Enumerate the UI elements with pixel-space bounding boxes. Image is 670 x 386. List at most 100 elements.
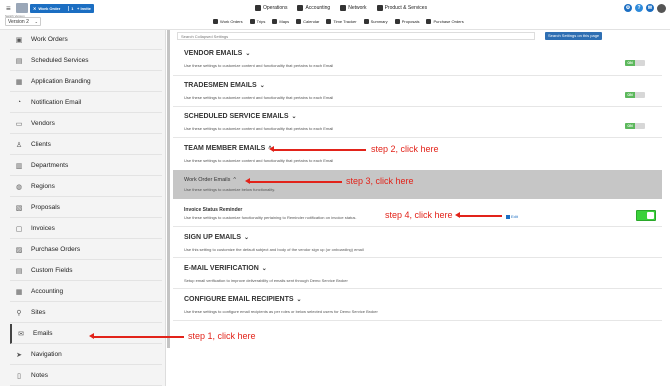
chevron-down-icon: ⌄ xyxy=(259,83,265,89)
main-nav: Operations Accounting Network Product & … xyxy=(255,5,427,11)
search-input[interactable] xyxy=(177,32,535,40)
operations-icon xyxy=(255,5,261,11)
annotation-step1: step 1, click here xyxy=(188,331,256,341)
sidebar-item-navigation[interactable]: ➤ Navigation xyxy=(10,345,162,365)
time-tracker-icon xyxy=(326,19,332,24)
section-title[interactable]: TRADESMEN EMAILS ⌄ xyxy=(184,82,265,89)
sidebar-item-purchase-orders[interactable]: ▨ Purchase Orders xyxy=(10,240,162,260)
email-icon: ✉ xyxy=(18,330,24,338)
chevron-down-icon: ⌄ xyxy=(291,114,297,120)
section-work-order-emails: Work Order Emails ^ Use these settings to… xyxy=(173,170,662,199)
chat-icon[interactable]: ✉ xyxy=(646,4,654,12)
purchase-orders-icon xyxy=(426,19,432,24)
map-pin-icon: ⚲ xyxy=(16,309,22,317)
sidebar-item-emails[interactable]: ✉ Emails xyxy=(10,324,162,344)
chevron-down-icon: ⌄ xyxy=(296,297,302,303)
chevron-down-icon: ⌄ xyxy=(34,19,38,24)
section-description: Use these settings to customize content … xyxy=(184,95,334,100)
list-icon: ▤ xyxy=(15,267,23,275)
navigation-icon: ➤ xyxy=(16,351,22,359)
subnav-time-tracker[interactable]: Time Tracker xyxy=(326,19,357,24)
subnav-work-orders[interactable]: Work Orders xyxy=(213,19,243,24)
section-title[interactable]: E-MAIL VERIFICATION ⌄ xyxy=(184,265,267,272)
section-description: Use these settings to customize content … xyxy=(184,63,334,68)
section-description: Use these settings to customize below fu… xyxy=(184,187,276,192)
sidebar-item-scheduled-services[interactable]: ▤ Scheduled Services xyxy=(10,51,162,71)
subnav-purchase-orders[interactable]: Purchase Orders xyxy=(426,19,464,24)
maps-icon xyxy=(272,19,278,24)
nav-operations[interactable]: Operations xyxy=(255,5,287,11)
chevron-down-icon: ⌄ xyxy=(261,266,267,272)
sidebar-item-application-branding[interactable]: ▦ Application Branding xyxy=(10,72,162,92)
sidebar-scrollbar[interactable] xyxy=(167,30,170,348)
nav-accounting[interactable]: Accounting xyxy=(297,5,330,11)
user-icon: ♙ xyxy=(15,141,23,149)
sidebar-item-accounting[interactable]: ▦ Accounting xyxy=(10,282,162,302)
section-title[interactable]: Work Order Emails ^ xyxy=(184,177,236,183)
sidebar-item-clients[interactable]: ♙ Clients xyxy=(10,135,162,155)
section-title[interactable]: CONFIGURE EMAIL RECIPIENTS ⌄ xyxy=(184,296,302,303)
work-order-button[interactable]: ✕ Work Order 1 xyxy=(30,4,77,13)
section-scheduled-service-emails: SCHEDULED SERVICE EMAILS ⌄ Use these sett… xyxy=(173,107,662,138)
toggle-switch[interactable]: ON xyxy=(625,60,645,66)
annotation-arrow-step3 xyxy=(245,178,342,184)
sidebar-item-work-orders[interactable]: ▣ Work Orders xyxy=(10,30,162,50)
search-settings-button[interactable]: Search Settings on this page xyxy=(545,32,603,40)
annotation-step4: step 4, click here xyxy=(385,210,453,220)
settings-icon[interactable]: ⚙ xyxy=(624,4,632,12)
sidebar-item-invoices[interactable]: ▢ Invoices xyxy=(10,219,162,239)
subnav-calendar[interactable]: Calendar xyxy=(296,19,319,24)
section-description: Use these settings to customize content … xyxy=(184,126,334,131)
toggle-switch[interactable]: ON xyxy=(625,92,645,98)
accounting-icon xyxy=(297,5,304,11)
calculator-icon: ▦ xyxy=(15,288,23,296)
section-title[interactable]: VENDOR EMAILS ⌄ xyxy=(184,50,250,57)
sidebar-item-notification-email[interactable]: ◔ Notification Email xyxy=(10,93,162,113)
summary-icon xyxy=(363,19,369,24)
document-icon: ▧ xyxy=(15,204,23,212)
section-sign-up-emails: SIGN UP EMAILS ⌄ Use this setting to cust… xyxy=(173,227,662,258)
work-orders-icon xyxy=(213,19,218,24)
sidebar-item-vendors[interactable]: ▭ Vendors xyxy=(10,114,162,134)
nav-product-services[interactable]: Product & Services xyxy=(376,5,427,11)
settings-sidebar: ▣ Work Orders ▤ Scheduled Services ▦ Applic… xyxy=(0,30,166,386)
toggle-switch[interactable] xyxy=(636,210,656,221)
sidebar-item-departments[interactable]: ▥ Departments xyxy=(10,156,162,176)
section-description: Setup email verification to improve deli… xyxy=(184,278,348,283)
truck-icon: ▭ xyxy=(15,120,23,128)
sub-nav: Work Orders Trips Maps Calendar Time Tra… xyxy=(213,19,464,24)
product-icon xyxy=(376,5,383,11)
network-icon xyxy=(340,5,347,11)
sidebar-item-sites[interactable]: ⚲ Sites xyxy=(10,303,162,323)
setting-title: Invoice Status Reminder xyxy=(184,207,243,213)
sidebar-item-custom-fields[interactable]: ▤ Custom Fields xyxy=(10,261,162,281)
section-title[interactable]: TEAM MEMBER EMAILS^ xyxy=(184,145,272,152)
annotation-arrow-step4 xyxy=(455,212,502,218)
toggle-switch[interactable]: ON xyxy=(625,123,645,129)
help-icon[interactable]: ? xyxy=(635,4,643,12)
section-title[interactable]: SCHEDULED SERVICE EMAILS ⌄ xyxy=(184,113,297,120)
header-actions: ⚙ ? ✉ xyxy=(624,4,666,13)
section-configure-email-recipients: CONFIGURE EMAIL RECIPIENTS ⌄ Use these se… xyxy=(173,289,662,321)
menu-icon[interactable]: ≡ xyxy=(6,4,11,13)
subnav-proposals[interactable]: Proposals xyxy=(394,19,419,24)
sidebar-item-regions[interactable]: ◍ Regions xyxy=(10,177,162,197)
subnav-maps[interactable]: Maps xyxy=(272,19,289,24)
company-logo xyxy=(16,3,28,13)
setting-description: Use these settings to customize function… xyxy=(184,215,357,220)
version-select[interactable]: Version 2 ⌄ xyxy=(5,17,41,26)
edit-checkbox[interactable]: Edit xyxy=(506,214,518,219)
section-title[interactable]: SIGN UP EMAILS ⌄ xyxy=(184,234,249,241)
section-description: Use this setting to customize the defaul… xyxy=(184,247,364,252)
sidebar-item-notes[interactable]: ▯ Notes xyxy=(10,366,162,386)
section-team-member-emails: TEAM MEMBER EMAILS^ Use these settings t… xyxy=(173,138,662,170)
invoice-icon: ▢ xyxy=(15,225,23,233)
annotation-step2: step 2, click here xyxy=(371,144,439,154)
sidebar-item-proposals[interactable]: ▧ Proposals xyxy=(10,198,162,218)
nav-network[interactable]: Network xyxy=(340,5,367,11)
section-description: Use these settings to customize content … xyxy=(184,158,334,163)
invite-button[interactable]: + Invite xyxy=(74,4,94,13)
avatar[interactable] xyxy=(657,4,666,13)
subnav-summary[interactable]: Summary xyxy=(363,19,388,24)
subnav-trips[interactable]: Trips xyxy=(249,19,265,24)
